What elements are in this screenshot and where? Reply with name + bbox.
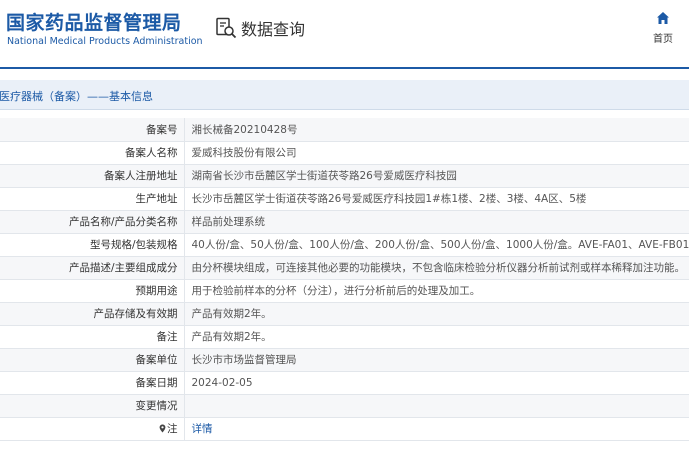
table-row: 产品名称/产品分类名称 样品前处理系统: [0, 210, 689, 234]
row-value: 湘长械备20210428号: [184, 118, 689, 142]
row-label: 产品存储及有效期: [0, 302, 185, 326]
row-value: 长沙市岳麓区学士街道茯苓路26号爱威医疗科技园1#栋1楼、2楼、3楼、4A区、5…: [184, 187, 689, 211]
section-title: 医疗器械（备案）——基本信息: [0, 90, 153, 103]
table-row: 备案号 湘长械备20210428号: [0, 118, 689, 142]
site-logo-title[interactable]: 国家药品监督管理局: [6, 8, 182, 35]
row-label: 备案人名称: [0, 141, 185, 165]
row-value: 湖南省长沙市岳麓区学士街道茯苓路26号爱威医疗科技园: [184, 164, 689, 188]
row-value: 产品有效期2年。: [184, 302, 689, 326]
site-logo-subtitle: National Medical Products Administration: [7, 36, 203, 47]
section-header: 医疗器械（备案）——基本信息: [0, 80, 689, 110]
table-row: 产品描述/主要组成成分 由分杯模块组成，可连接其他必要的功能模块，不包含临床检验…: [0, 256, 689, 280]
row-label: 变更情况: [0, 394, 185, 418]
row-label: 生产地址: [0, 187, 185, 211]
row-value: 用于检验前样本的分杯（分注），进行分析前后的处理及加工。: [184, 279, 689, 303]
row-value: 2024-02-05: [184, 371, 689, 395]
header-divider: [0, 67, 689, 69]
row-value: [184, 394, 689, 418]
table-row: 变更情况: [0, 394, 689, 418]
table-row: 生产地址 长沙市岳麓区学士街道茯苓路26号爱威医疗科技园1#栋1楼、2楼、3楼、…: [0, 187, 689, 211]
row-value: 样品前处理系统: [184, 210, 689, 234]
site-header: 国家药品监督管理局 National Medical Products Admi…: [0, 0, 689, 62]
data-query-heading: 数据查询: [215, 16, 305, 40]
table-row: 备注 产品有效期2年。: [0, 325, 689, 349]
row-label: 备注: [0, 325, 185, 349]
row-value: 爱威科技股份有限公司: [184, 141, 689, 165]
table-row: 产品存储及有效期 产品有效期2年。: [0, 302, 689, 326]
row-label: 预期用途: [0, 279, 185, 303]
row-label: 型号规格/包装规格: [0, 233, 185, 257]
table-row: 型号规格/包装规格 40人份/盒、50人份/盒、100人份/盒、200人份/盒、…: [0, 233, 689, 257]
detail-link[interactable]: 详情: [192, 423, 213, 435]
home-icon: [657, 12, 669, 24]
home-button[interactable]: 首页: [650, 11, 676, 45]
row-label: 产品描述/主要组成成分: [0, 256, 185, 280]
row-value: 产品有效期2年。: [184, 325, 689, 349]
row-value: 40人份/盒、50人份/盒、100人份/盒、200人份/盒、500人份/盒、10…: [184, 233, 689, 257]
row-value: 长沙市市场监督管理局: [184, 348, 689, 372]
location-pin-icon: [159, 424, 166, 433]
row-label: 备案号: [0, 118, 185, 142]
table-row-note: 注 详情: [0, 417, 689, 441]
table-row: 备案日期 2024-02-05: [0, 371, 689, 395]
document-search-icon: [216, 17, 237, 39]
row-label: 备案单位: [0, 348, 185, 372]
note-value: 详情: [184, 417, 689, 441]
row-label: 产品名称/产品分类名称: [0, 210, 185, 234]
home-label: 首页: [653, 34, 673, 45]
row-value: 由分杯模块组成，可连接其他必要的功能模块，不包含临床检验分析仪器分析前试剂或样本…: [184, 256, 689, 280]
table-row: 备案人注册地址 湖南省长沙市岳麓区学士街道茯苓路26号爱威医疗科技园: [0, 164, 689, 188]
row-label: 备案日期: [0, 371, 185, 395]
note-label-cell: 注: [0, 417, 185, 441]
data-query-title: 数据查询: [241, 20, 306, 39]
record-detail-table: 备案号 湘长械备20210428号 备案人名称 爱威科技股份有限公司 备案人注册…: [0, 118, 689, 441]
note-label: 注: [167, 423, 178, 435]
table-row: 备案单位 长沙市市场监督管理局: [0, 348, 689, 372]
table-row: 预期用途 用于检验前样本的分杯（分注），进行分析前后的处理及加工。: [0, 279, 689, 303]
table-row: 备案人名称 爱威科技股份有限公司: [0, 141, 689, 165]
row-label: 备案人注册地址: [0, 164, 185, 188]
